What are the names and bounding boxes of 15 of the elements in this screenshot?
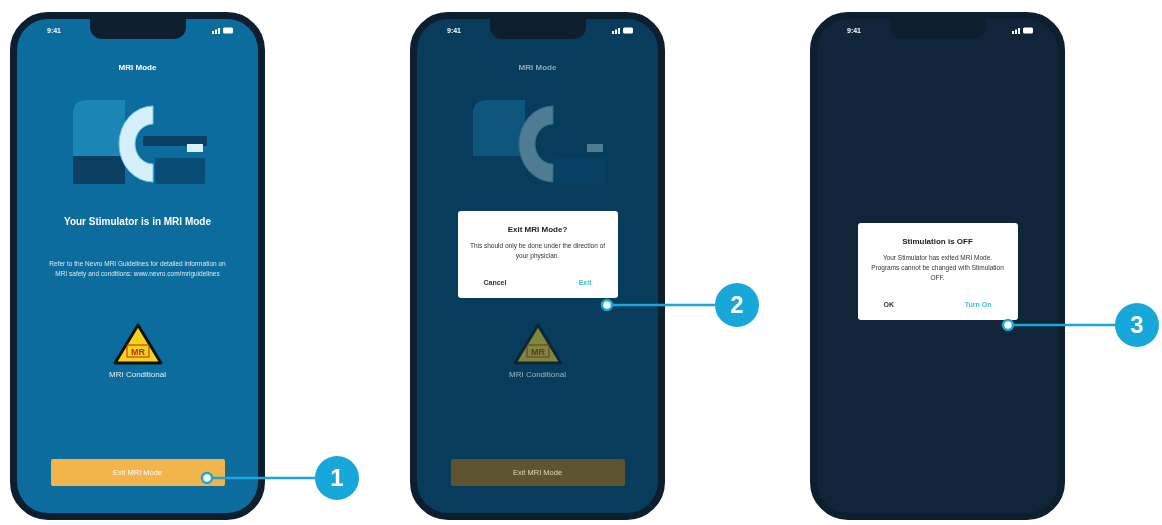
headline: Your Stimulator is in MRI Mode xyxy=(63,216,211,229)
screen-title: MRI Mode xyxy=(518,63,557,72)
callout-number: 1 xyxy=(315,456,359,500)
warning-label: MRI Conditional xyxy=(509,370,566,379)
warning-icon: MR xyxy=(512,323,563,365)
dialog-title: Exit MRI Mode? xyxy=(507,225,568,234)
dialog-title: Stimulation is OFF xyxy=(902,237,973,246)
signal-battery-icon xyxy=(612,27,634,34)
signal-battery-icon xyxy=(1012,27,1034,34)
warning-label: MRI Conditional xyxy=(109,370,166,379)
callout-number: 2 xyxy=(715,283,759,327)
warning-icon: MR xyxy=(112,323,163,365)
signal-battery-icon xyxy=(212,27,234,34)
callout-number: 3 xyxy=(1115,303,1159,347)
screen-title: MRI Mode xyxy=(118,63,157,72)
